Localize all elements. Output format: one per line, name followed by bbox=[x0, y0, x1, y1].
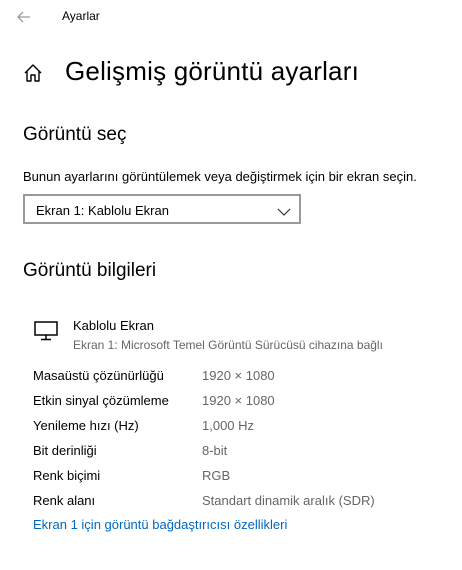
display-info-heading: Görüntü bilgileri bbox=[23, 260, 157, 281]
dropdown-selected-value: Ekran 1: Kablolu Ekran bbox=[36, 203, 169, 218]
info-value: 1920 × 1080 bbox=[202, 393, 275, 408]
info-value: 1,000 Hz bbox=[202, 418, 255, 433]
info-value: 8-bit bbox=[202, 443, 228, 458]
select-display-heading: Görüntü seç bbox=[23, 124, 127, 145]
info-label: Renk alanı bbox=[33, 493, 96, 508]
info-label: Renk biçimi bbox=[33, 468, 101, 483]
info-value: Standart dinamik aralık (SDR) bbox=[202, 493, 375, 508]
info-label: Masaüstü çözünürlüğü bbox=[33, 368, 164, 383]
page-title: Gelişmiş görüntü ayarları bbox=[65, 56, 359, 86]
display-adapter-properties-link[interactable]: Ekran 1 için görüntü bağdaştırıcısı özel… bbox=[33, 517, 287, 532]
window-title: Ayarlar bbox=[62, 9, 100, 23]
monitor-icon bbox=[33, 319, 61, 343]
info-label: Yenileme hızı (Hz) bbox=[33, 418, 139, 433]
display-driver-info: Ekran 1: Microsoft Temel Görüntü Sürücüs… bbox=[73, 338, 383, 352]
info-label: Bit derinliği bbox=[33, 443, 97, 458]
back-arrow-icon[interactable] bbox=[14, 7, 34, 27]
info-value: RGB bbox=[202, 468, 231, 483]
info-value: 1920 × 1080 bbox=[202, 368, 275, 383]
select-display-description: Bunun ayarlarını görüntülemek veya değiş… bbox=[23, 169, 417, 184]
info-label: Etkin sinyal çözümleme bbox=[33, 393, 169, 408]
chevron-down-icon bbox=[277, 204, 291, 216]
display-name: Kablolu Ekran bbox=[73, 318, 154, 333]
display-select-dropdown[interactable]: Ekran 1: Kablolu Ekran bbox=[23, 194, 301, 224]
home-icon[interactable] bbox=[22, 62, 44, 84]
